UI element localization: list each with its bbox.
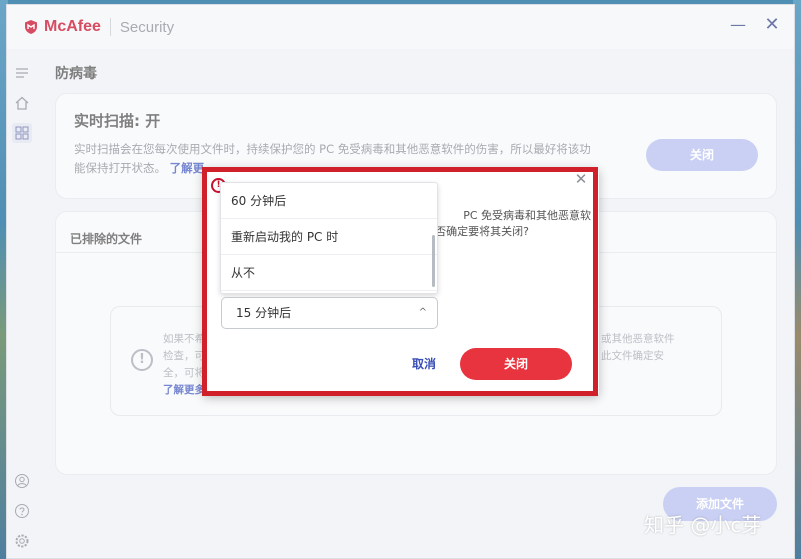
watermark: 知乎 @小c芽 — [644, 513, 762, 537]
duration-dropdown-list: 60 分钟后 重新启动我的 PC 时 从不 — [220, 182, 438, 294]
duration-select[interactable]: 15 分钟后 ^ — [221, 297, 438, 329]
dropdown-option-restart[interactable]: 重新启动我的 PC 时 — [221, 219, 437, 255]
dropdown-option-60-min[interactable]: 60 分钟后 — [221, 183, 437, 219]
dropdown-scrollbar[interactable] — [432, 235, 435, 287]
chevron-up-icon: ^ — [418, 307, 427, 318]
dropdown-option-never[interactable]: 从不 — [221, 255, 437, 291]
selected-duration: 15 分钟后 — [236, 306, 292, 320]
cancel-button[interactable]: 取消 — [404, 353, 444, 375]
dialog-close-icon[interactable]: ✕ — [573, 171, 589, 187]
confirm-turn-off-button[interactable]: 关闭 — [460, 348, 572, 380]
